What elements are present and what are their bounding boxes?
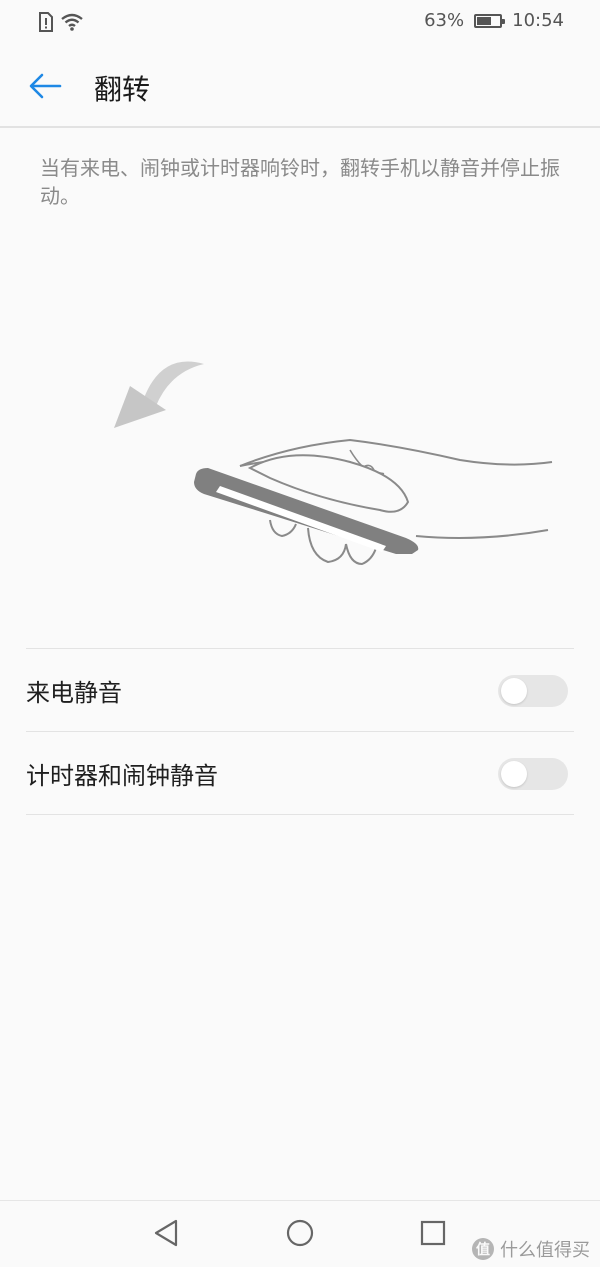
- feature-description: 当有来电、闹钟或计时器响铃时，翻转手机以静音并停止振动。: [40, 156, 560, 208]
- status-bar-left: [38, 12, 84, 36]
- nav-back-button[interactable]: [146, 1215, 186, 1255]
- watermark-text: 什么值得买: [500, 1240, 590, 1261]
- arrow-left-icon: [28, 72, 62, 104]
- setting-label: 计时器和闹钟静音: [26, 761, 218, 790]
- status-bar-right: 63% 10:54: [424, 10, 564, 31]
- wifi-icon: [60, 12, 84, 36]
- nav-recents-button[interactable]: [413, 1215, 453, 1255]
- title-bar: 翻转: [0, 48, 600, 128]
- clock: 10:54: [512, 10, 564, 31]
- square-recents-icon: [419, 1219, 447, 1251]
- sim-alert-icon: [38, 12, 54, 36]
- flip-settings-screen: 63% 10:54 翻转 当有来电、闹钟或计时器响铃时，翻转手机以静音并停止振动…: [0, 0, 600, 1267]
- toggle-knob: [501, 761, 527, 787]
- status-bar: 63% 10:54: [0, 0, 600, 48]
- watermark-logo: 值: [472, 1238, 494, 1260]
- nav-home-button[interactable]: [280, 1215, 320, 1255]
- battery-percent: 63%: [424, 10, 465, 31]
- page-title: 翻转: [94, 73, 151, 106]
- toggle-knob: [501, 678, 527, 704]
- settings-list: 来电静音 计时器和闹钟静音: [26, 648, 574, 815]
- incoming-call-mute-toggle[interactable]: [498, 675, 568, 707]
- setting-row-incoming-call-mute[interactable]: 来电静音: [26, 649, 574, 732]
- circle-home-icon: [285, 1218, 315, 1252]
- watermark: 值 什么值得买: [472, 1236, 590, 1262]
- timer-alarm-mute-toggle[interactable]: [498, 758, 568, 790]
- back-button[interactable]: [22, 66, 68, 110]
- battery-fill: [477, 16, 492, 25]
- flip-phone-hand-illustration: [100, 350, 560, 580]
- setting-row-timer-alarm-mute[interactable]: 计时器和闹钟静音: [26, 732, 574, 815]
- battery-icon: [474, 13, 506, 28]
- triangle-back-icon: [152, 1218, 180, 1252]
- setting-label: 来电静音: [26, 678, 122, 707]
- curved-arrow-icon: [114, 361, 204, 428]
